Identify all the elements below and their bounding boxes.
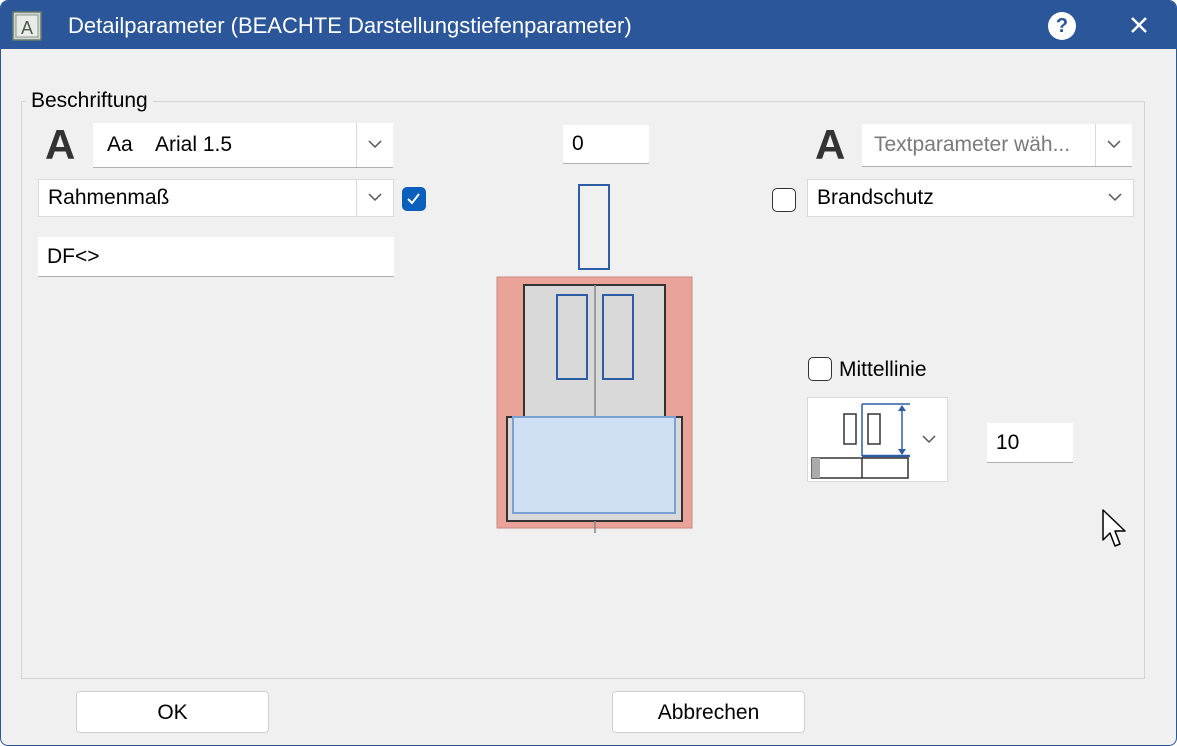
frame-opening [512,416,676,514]
attribute-combo-left[interactable]: Rahmenmaß [38,179,394,217]
app-icon: A [12,11,42,41]
window-title: Detailparameter (BEACHTE Darstellungstie… [68,13,632,38]
app-icon-letter: A [21,18,33,38]
height-input-value: 10 [996,430,1020,454]
textparam-combo-arrow[interactable] [1095,124,1132,166]
attribute-combo-left-value: Rahmenmaß [48,186,170,209]
offset-input[interactable]: 0 [563,125,649,164]
attribute-left-checkbox[interactable] [402,187,426,211]
checkmark-icon [407,193,420,205]
text-style-icon-right[interactable]: A [815,121,845,169]
font-combo-value: Arial 1.5 [155,133,233,156]
attribute-combo-right[interactable]: Brandschutz [807,179,1134,217]
mittellinie-label: Mittellinie [839,358,927,381]
label-position-combo-arrow[interactable] [911,398,947,481]
text-style-icon-left[interactable]: A [45,121,75,169]
help-button[interactable]: ? [1048,12,1076,40]
label-position-icon [811,403,910,479]
attribute-combo-right-value: Brandschutz [817,186,934,209]
label-marker [578,184,610,270]
text-input[interactable]: DF<> [38,237,394,277]
height-input[interactable]: 10 [987,423,1073,463]
mouse-cursor-icon [1102,509,1126,547]
close-icon[interactable] [1123,9,1155,41]
chevron-down-icon [368,193,382,202]
chevron-down-icon [1108,193,1122,202]
textparam-combo-placeholder: Textparameter wäh... [874,133,1071,156]
dialog-window: A Detailparameter (BEACHTE Darstellungst… [0,0,1177,746]
title-bar[interactable]: A Detailparameter (BEACHTE Darstellungst… [1,1,1176,49]
offset-input-value: 0 [572,132,584,155]
font-combo-prefix: Aa [107,133,133,156]
cancel-button[interactable]: Abbrechen [612,691,805,733]
attribute-right-checkbox[interactable] [772,188,796,212]
textparam-combo[interactable]: Textparameter wäh... [862,124,1132,167]
font-combo-arrow[interactable] [356,123,393,167]
mittellinie-checkbox[interactable] [808,357,832,381]
door-preview-diagram [496,184,693,533]
font-combo[interactable]: Aa Arial 1.5 [93,123,393,168]
attribute-combo-left-arrow[interactable] [356,180,393,216]
group-label: Beschriftung [26,89,153,113]
ok-button[interactable]: OK [76,691,269,733]
chevron-down-icon [368,140,382,149]
attribute-combo-right-arrow[interactable] [1097,180,1133,216]
label-position-combo[interactable] [807,397,948,482]
chevron-down-icon [1107,140,1121,149]
chevron-down-icon [922,434,936,443]
text-input-value: DF<> [47,244,100,268]
